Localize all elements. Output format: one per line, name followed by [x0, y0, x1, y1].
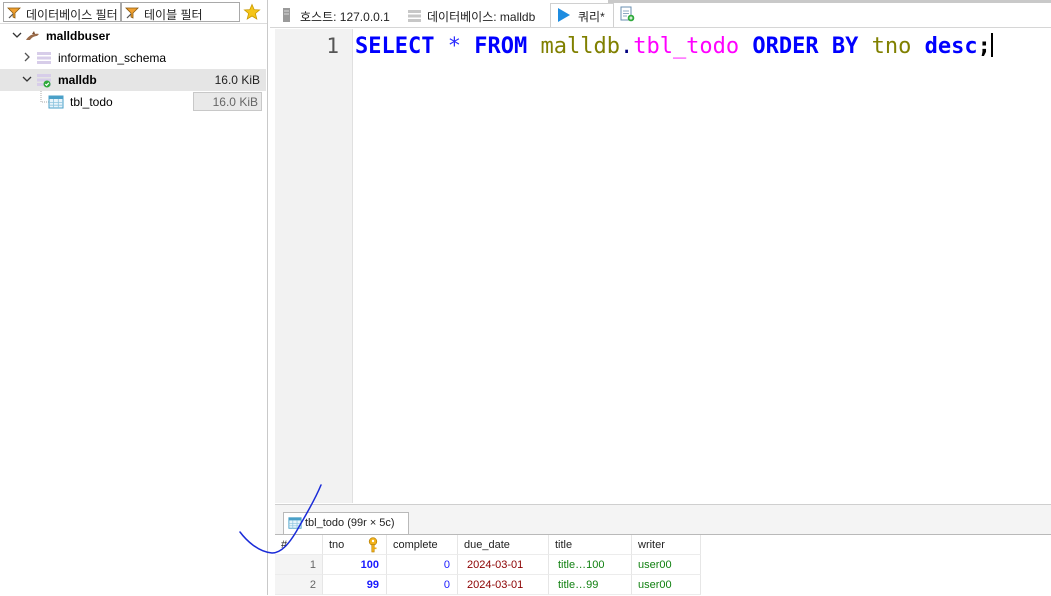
tab-query[interactable]: 쿼리* — [550, 3, 614, 27]
new-query-icon[interactable] — [619, 5, 635, 23]
schema-label: information_schema — [58, 51, 167, 65]
tab-database[interactable]: 데이터베이스: malldb — [403, 3, 548, 27]
table-size-badge: 16.0 KiB — [193, 92, 262, 111]
tree-connection[interactable]: malldbuser — [0, 25, 266, 47]
table-filter-input[interactable]: 테이블 필터 — [121, 2, 240, 22]
table-row[interactable]: 1 100 0 2024-03-01 title…100 user00 — [275, 555, 701, 575]
sql-column-name: tno — [871, 34, 912, 59]
filter-icon — [7, 6, 21, 20]
sql-keyword-order-by: ORDER BY — [752, 34, 859, 59]
database-size: 16.0 KiB — [214, 73, 260, 87]
cell-title[interactable]: title…100 — [549, 555, 632, 575]
play-icon — [557, 7, 571, 23]
tab-query-label: 쿼리* — [578, 10, 605, 24]
table-filter-placeholder: 테이블 필터 — [144, 8, 203, 22]
database-icon — [407, 7, 421, 23]
sql-table-name: tbl_todo — [633, 34, 740, 59]
cell-complete[interactable]: 0 — [387, 575, 458, 595]
tab-database-label: 데이터베이스: malldb — [427, 10, 536, 24]
sql-semicolon: ; — [977, 34, 991, 59]
results-panel: tbl_todo (99r × 5c) # tno complete due_d… — [275, 504, 1051, 596]
sql-keyword-select: SELECT — [355, 34, 435, 59]
grid-header-row: # tno complete due_date title writer — [275, 535, 701, 555]
table-row[interactable]: 2 99 0 2024-03-01 title…99 user00 — [275, 575, 701, 595]
column-header-due-date[interactable]: due_date — [458, 535, 549, 555]
primary-key-icon — [367, 537, 379, 553]
sql-code-line[interactable]: SELECT * FROM malldb.tbl_todo ORDER BY t… — [355, 33, 993, 60]
column-header-tno[interactable]: tno — [323, 535, 387, 555]
text-caret — [990, 33, 993, 57]
database-filter-input[interactable]: 데이터베이스 필터 — [3, 2, 121, 22]
tree-schema-information-schema[interactable]: information_schema — [0, 47, 266, 69]
chevron-down-icon[interactable] — [22, 74, 32, 84]
sql-star: * — [447, 34, 461, 59]
cell-due-date[interactable]: 2024-03-01 — [458, 575, 549, 595]
database-label: malldb — [58, 73, 97, 87]
cell-due-date[interactable]: 2024-03-01 — [458, 555, 549, 575]
line-number-gutter: 1 — [275, 29, 353, 503]
cell-writer[interactable]: user00 — [632, 575, 701, 595]
dolphin-icon — [25, 28, 41, 44]
star-icon[interactable] — [243, 3, 261, 21]
cell-tno[interactable]: 99 — [323, 575, 387, 595]
column-header-complete[interactable]: complete — [387, 535, 458, 555]
table-label: tbl_todo — [70, 95, 113, 109]
database-filter-placeholder: 데이터베이스 필터 — [26, 8, 118, 22]
cell-writer[interactable]: user00 — [632, 555, 701, 575]
column-header-writer[interactable]: writer — [632, 535, 701, 555]
server-icon — [280, 7, 294, 23]
results-tab-strip: tbl_todo (99r × 5c) — [275, 505, 1051, 535]
cell-complete[interactable]: 0 — [387, 555, 458, 575]
main-tab-bar: 호스트: 127.0.0.1 데이터베이스: malldb 쿼리* — [270, 0, 1051, 28]
sql-editor[interactable]: 1 SELECT * FROM malldb.tbl_todo ORDER BY… — [275, 29, 1051, 503]
tree-database-malldb[interactable]: malldb 16.0 KiB — [0, 69, 266, 91]
connection-label: malldbuser — [46, 29, 111, 43]
database-icon — [36, 72, 52, 88]
tab-host-label: 호스트: 127.0.0.1 — [300, 10, 390, 24]
sql-keyword-desc: desc — [924, 34, 978, 59]
chevron-right-icon[interactable] — [22, 52, 32, 62]
column-header-title[interactable]: title — [549, 535, 632, 555]
cell-tno[interactable]: 100 — [323, 555, 387, 575]
table-icon — [48, 94, 64, 110]
row-number: 2 — [275, 575, 323, 595]
sql-dot: . — [619, 34, 634, 59]
tab-host[interactable]: 호스트: 127.0.0.1 — [276, 3, 401, 27]
cell-title[interactable]: title…99 — [549, 575, 632, 595]
hand-drawn-checkmark-annotation — [239, 484, 322, 554]
chevron-down-icon[interactable] — [12, 30, 22, 40]
database-icon — [36, 50, 52, 66]
sql-keyword-from: FROM — [474, 34, 528, 59]
sql-database-name: malldb — [540, 34, 620, 59]
filter-icon — [125, 6, 139, 20]
database-tree-pane: 데이터베이스 필터 테이블 필터 malldbuser information_… — [0, 0, 268, 595]
tree-table-tbl-todo[interactable]: tbl_todo 16.0 KiB — [0, 91, 266, 113]
line-number: 1 — [326, 34, 339, 58]
